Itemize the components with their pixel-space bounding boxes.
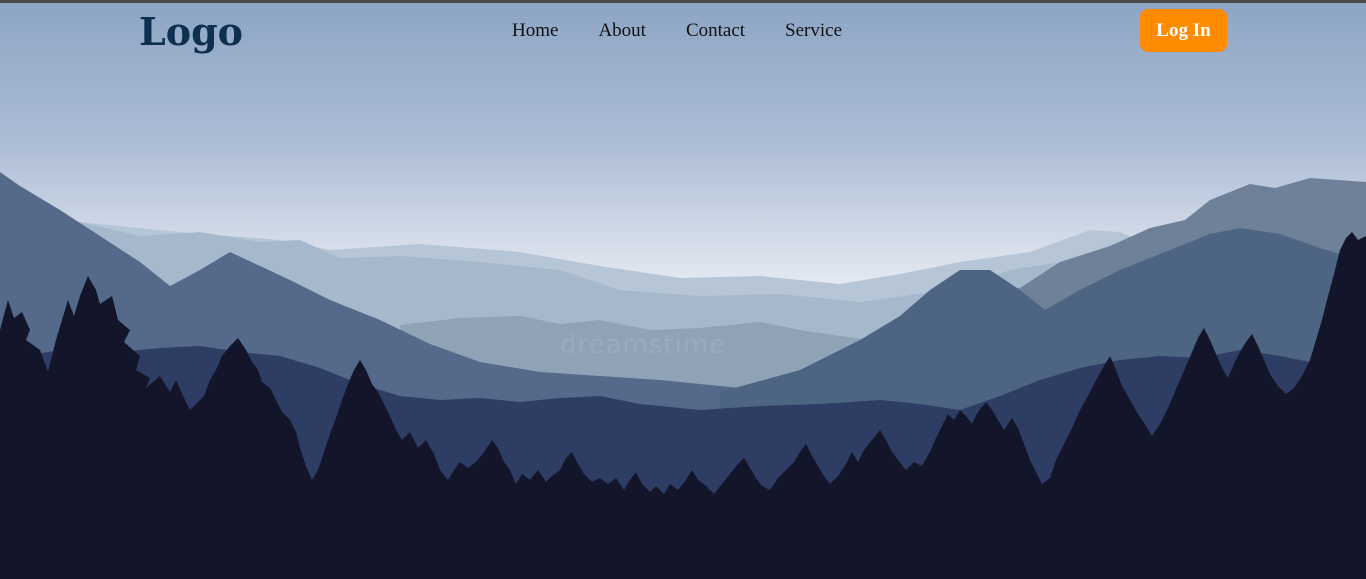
- watermark-text: dreamstime: [560, 330, 727, 360]
- nav-link-about[interactable]: About: [598, 18, 646, 44]
- mountain-landscape-illustration: [0, 0, 1366, 579]
- nav-menu: Home About Contact Service: [512, 18, 842, 44]
- landing-page: dreamstime Logo Home About Contact Servi…: [0, 0, 1366, 579]
- nav-link-service[interactable]: Service: [785, 18, 842, 44]
- site-logo[interactable]: Logo: [139, 6, 243, 58]
- nav-link-contact[interactable]: Contact: [686, 18, 745, 44]
- nav-link-home[interactable]: Home: [512, 18, 558, 44]
- navbar: Logo Home About Contact Service Log In: [0, 3, 1366, 61]
- login-button[interactable]: Log In: [1140, 9, 1227, 52]
